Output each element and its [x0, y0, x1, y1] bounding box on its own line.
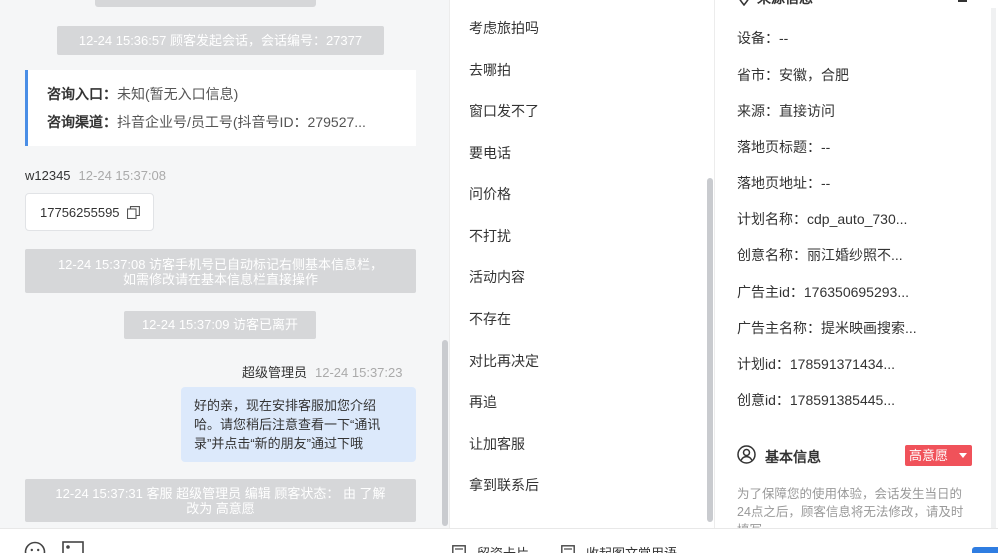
entry-value: 未知(暂无入口信息) — [117, 86, 239, 102]
caret-down-icon — [959, 453, 967, 458]
collapse-phrases-icon — [561, 545, 575, 553]
agent-sender-line: 超级管理员 12-24 15:37:23 — [242, 362, 402, 381]
quick-reply-item[interactable]: 去哪拍 — [469, 60, 511, 80]
user-circle-icon — [737, 445, 756, 464]
quick-reply-item[interactable]: 不打扰 — [469, 226, 511, 246]
quick-reply-item[interactable]: 拿到联系后 — [469, 475, 539, 495]
chat-pane[interactable]: 12-24 15:36:57 顾客发起会话，会话编号：27377 咨询入口：未知… — [0, 0, 449, 528]
status-change-notice: 12-24 15:37:31 客服 超级管理员 编辑 顾客状态： 由 了解 改为… — [25, 479, 416, 522]
info-device: 设备：-- — [737, 30, 789, 46]
info-source: 来源：直接访问 — [737, 103, 835, 119]
quick-reply-item[interactable]: 问价格 — [469, 184, 511, 204]
session-start-notice: 12-24 15:36:57 顾客发起会话，会话编号：27377 — [57, 26, 384, 55]
emoji-icon[interactable] — [24, 541, 46, 553]
agent-msg-time: 12-24 15:37:23 — [315, 365, 403, 380]
previous-system-message — [95, 0, 316, 7]
visitor-name: w12345 — [25, 168, 71, 183]
phone-notice-line1: 12-24 15:37:08 访客手机号已自动标记右侧基本信息栏， — [57, 257, 384, 272]
visitor-phone-bubble[interactable]: 17756255595 — [25, 193, 154, 231]
info-region: 省市：安徽，合肥 — [737, 67, 849, 83]
visitor-msg-time: 12-24 15:37:08 — [78, 168, 167, 183]
basic-info-title: 基本信息 — [765, 449, 821, 465]
info-advertiser-name: 广告主名称：提米映画搜索... — [737, 320, 917, 336]
channel-label: 咨询渠道： — [47, 114, 117, 130]
quick-reply-item[interactable]: 要电话 — [469, 143, 511, 163]
leave-info-card-button[interactable]: 留资卡片 — [477, 543, 529, 553]
info-advertiser-id: 广告主id：176350695293... — [737, 284, 909, 300]
entry-row: 咨询入口：未知(暂无入口信息) — [47, 84, 416, 112]
quick-reply-item[interactable]: 对比再决定 — [469, 351, 539, 371]
intent-status-dropdown[interactable]: 高意愿 — [905, 445, 972, 466]
collapse-icon[interactable] — [958, 0, 967, 2]
status-change-line2: 改为 高意愿 — [186, 501, 255, 516]
quick-reply-item[interactable]: 再追 — [469, 392, 497, 412]
edit-deadline-note: 为了保障您的使用体验，会话发生当日的24点之后，顾客信息将无法修改，请及时填写 — [737, 487, 964, 528]
collapse-phrases-button[interactable]: 收起图文常用语 — [586, 543, 677, 553]
channel-value: 抖音企业号/员工号(抖音号ID：279527... — [117, 114, 366, 130]
image-icon[interactable] — [62, 541, 84, 553]
channel-row: 咨询渠道：抖音企业号/员工号(抖音号ID：279527... — [47, 112, 416, 140]
agent-message-bubble: 好的亲，现在安排客服加您介绍 哈。请您稍后注意查看一下“通讯 录”并点击“新的朋… — [181, 387, 416, 462]
copy-icon[interactable] — [127, 206, 140, 219]
agent-name: 超级管理员 — [242, 365, 308, 380]
visitor-sender-line: w12345 12-24 15:37:08 — [25, 168, 166, 183]
info-plan-name: 计划名称：cdp_auto_730... — [737, 211, 908, 227]
card-icon — [452, 545, 466, 553]
info-creative-id: 创意id：178591385445... — [737, 392, 895, 408]
quick-reply-item[interactable]: 让加客服 — [469, 434, 525, 454]
phone-notice-line2: 如需修改请在基本信息栏直接操作 — [122, 272, 318, 287]
agent-msg-line1: 好的亲，现在安排客服加您介绍 — [194, 398, 377, 413]
quick-reply-item[interactable]: 不存在 — [469, 309, 511, 329]
composer-toolbar: 留资卡片 收起图文常用语 — [0, 528, 998, 553]
consult-entry-card: 咨询入口：未知(暂无入口信息) 咨询渠道：抖音企业号/员工号(抖音号ID：279… — [25, 70, 416, 146]
location-icon — [739, 0, 749, 6]
quick-reply-scrollbar[interactable] — [707, 178, 713, 522]
status-change-line1: 12-24 15:37:31 客服 超级管理员 编辑 顾客状态： 由 了解 — [55, 486, 386, 501]
agent-msg-line3: 录”并点击“新的朋友”通过下哦 — [194, 436, 363, 451]
quick-reply-item[interactable]: 窗口发不了 — [469, 101, 539, 121]
quick-reply-item[interactable]: 活动内容 — [469, 267, 525, 287]
quick-reply-panel[interactable]: 考虑旅拍吗 去哪拍 窗口发不了 要电话 问价格 不打扰 活动内容 不存在 对比再… — [449, 0, 714, 528]
customer-info-panel[interactable]: 来源信息 设备：-- 省市：安徽，合肥 来源：直接访问 落地页标题：-- 落地页… — [714, 0, 998, 528]
entry-label: 咨询入口： — [47, 86, 117, 102]
info-plan-id: 计划id：178591371434... — [737, 356, 895, 372]
phone-auto-tag-notice: 12-24 15:37:08 访客手机号已自动标记右侧基本信息栏， 如需修改请在… — [25, 249, 416, 293]
quick-reply-item[interactable]: 考虑旅拍吗 — [469, 18, 539, 38]
agent-msg-line2: 哈。请您稍后注意查看一下“通讯 — [194, 417, 381, 432]
intent-status-label: 高意愿 — [909, 448, 949, 463]
source-info-title: 来源信息 — [757, 0, 813, 8]
info-creative-name: 创意名称：丽江婚纱照不... — [737, 247, 903, 263]
visitor-phone-text: 17756255595 — [40, 205, 120, 220]
send-button[interactable] — [972, 547, 998, 553]
chat-scrollbar[interactable] — [442, 340, 448, 526]
info-landing-title: 落地页标题：-- — [737, 139, 831, 155]
info-panel-scrollbar[interactable] — [991, 8, 996, 528]
visitor-left-notice: 12-24 15:37:09 访客已离开 — [124, 311, 316, 339]
info-landing-url: 落地页地址：-- — [737, 175, 831, 191]
